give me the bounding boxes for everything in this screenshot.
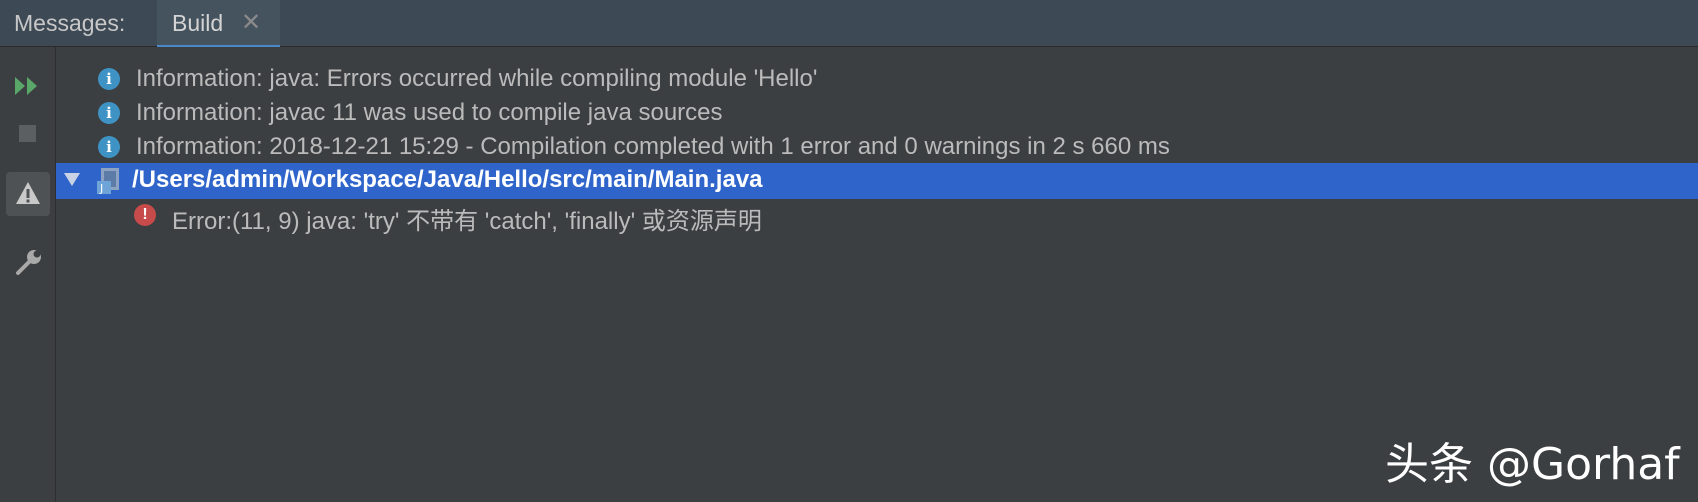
tab-build-label: Build bbox=[172, 10, 224, 36]
error-icon: ! bbox=[134, 204, 156, 226]
error-text: Error:(11, 9) java: 'try' 不带有 'catch', '… bbox=[172, 208, 762, 235]
list-item[interactable]: i Information: 2018-12-21 15:29 - Compil… bbox=[56, 129, 1698, 165]
file-node-row[interactable]: J /Users/admin/Workspace/Java/Hello/src/… bbox=[56, 163, 1698, 199]
message-text: Information: javac 11 was used to compil… bbox=[136, 99, 723, 126]
expand-arrow-icon[interactable] bbox=[64, 173, 80, 186]
svg-text:J: J bbox=[99, 182, 103, 195]
info-icon: i bbox=[98, 136, 120, 158]
message-text: Information: 2018-12-21 15:29 - Compilat… bbox=[136, 133, 1170, 160]
java-file-icon: J bbox=[97, 168, 119, 195]
messages-tabbar: Messages: Build ✕ bbox=[0, 0, 1698, 47]
warning-filter-icon bbox=[16, 182, 40, 204]
messages-label: Messages: bbox=[14, 10, 126, 36]
close-icon[interactable]: ✕ bbox=[241, 8, 261, 37]
stop-icon bbox=[19, 125, 36, 142]
settings-wrench-icon bbox=[16, 250, 41, 275]
list-item[interactable]: i Information: javac 11 was used to comp… bbox=[56, 95, 1698, 131]
list-item[interactable]: i Information: java: Errors occurred whi… bbox=[56, 61, 1698, 97]
info-icon: i bbox=[98, 68, 120, 90]
settings-button[interactable] bbox=[6, 240, 50, 284]
file-path: /Users/admin/Workspace/Java/Hello/src/ma… bbox=[132, 166, 763, 193]
warning-filter-button[interactable] bbox=[6, 172, 50, 216]
info-icon: i bbox=[98, 102, 120, 124]
stop-button[interactable] bbox=[6, 112, 50, 156]
rerun-icon bbox=[15, 77, 37, 95]
left-toolbar bbox=[0, 47, 56, 502]
rerun-button[interactable] bbox=[6, 64, 50, 108]
message-text: Information: java: Errors occurred while… bbox=[136, 65, 818, 92]
error-item[interactable]: ! Error:(11, 9) java: 'try' 不带有 'catch',… bbox=[56, 197, 1698, 235]
watermark: 头条 @Gorhaf bbox=[1385, 439, 1680, 490]
tab-build[interactable]: Build ✕ bbox=[157, 0, 280, 47]
